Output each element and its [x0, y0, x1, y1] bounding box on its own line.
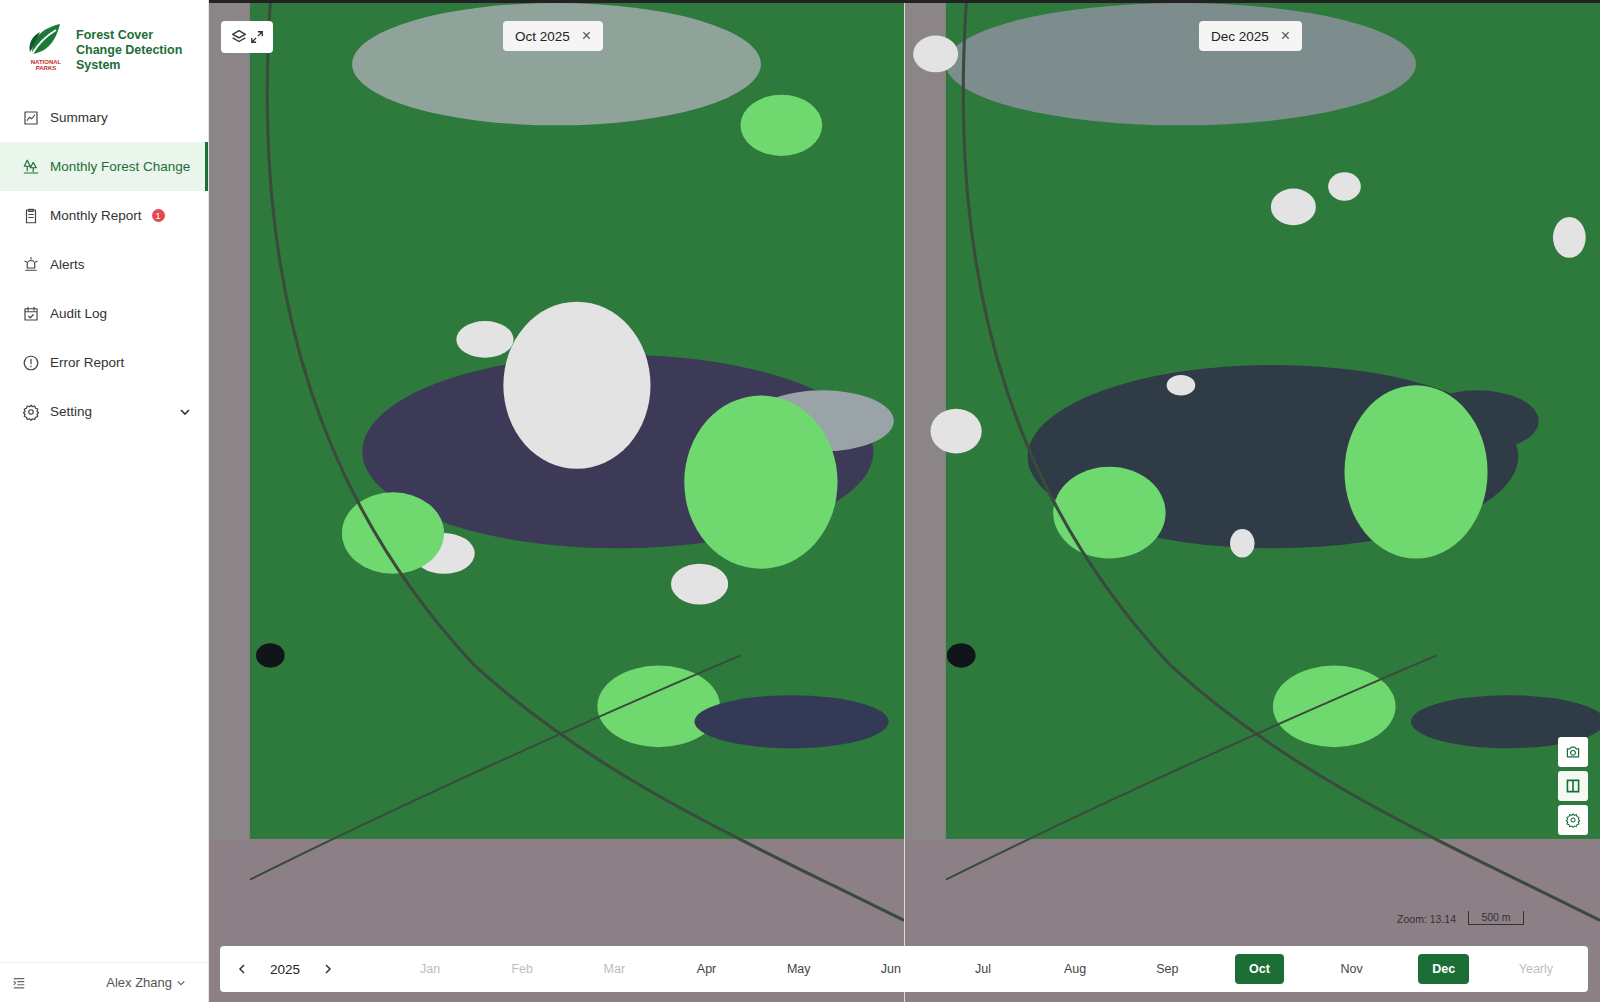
map-compare: Oct 2025 × Dec 2025 × Zoom: 13.14 500 m …: [209, 0, 1600, 1002]
user-menu[interactable]: Alex Zhang: [106, 975, 186, 990]
app: NATIONAL PARKS Forest Cover Change Detec…: [0, 0, 1600, 1002]
map-image: [209, 3, 904, 1002]
nav-menu: Summary Monthly Forest Change Monthly Re…: [0, 93, 208, 436]
scale-label: 500 m: [1481, 911, 1510, 923]
nav-label: Audit Log: [50, 306, 107, 321]
map-control-button[interactable]: [1558, 737, 1588, 767]
month-button: Jan: [410, 954, 450, 984]
user-name: Alex Zhang: [106, 975, 172, 990]
map-pane[interactable]: Oct 2025 ×: [209, 3, 904, 1002]
nav-label: Error Report: [50, 355, 124, 370]
nav-item[interactable]: Audit Log: [0, 289, 208, 338]
brand[interactable]: NATIONAL PARKS Forest Cover Change Detec…: [0, 0, 208, 93]
year-picker: 2025: [234, 961, 384, 977]
nav-item[interactable]: Alerts: [0, 240, 208, 289]
nav-icon: [22, 109, 40, 127]
layer-toggle-button[interactable]: [221, 21, 273, 53]
collapse-menu-icon[interactable]: [12, 976, 26, 990]
nav-icon: [22, 256, 40, 274]
month-button[interactable]: Oct: [1235, 954, 1284, 984]
month-button: Feb: [501, 954, 543, 984]
month-button[interactable]: May: [777, 954, 821, 984]
month-button[interactable]: Jun: [871, 954, 911, 984]
nav-item[interactable]: Monthly Report 1: [0, 191, 208, 240]
month-button[interactable]: Sep: [1146, 954, 1188, 984]
leaf-icon: [26, 22, 66, 58]
nav-icon: [22, 207, 40, 225]
logo-caption: NATIONAL PARKS: [24, 59, 68, 71]
nav-label: Monthly Forest Change: [50, 159, 190, 174]
chip-label: Oct 2025: [515, 29, 570, 44]
app-title: Forest Cover Change Detection System: [76, 28, 194, 73]
chip-label: Dec 2025: [1211, 29, 1269, 44]
nav-label: Summary: [50, 110, 108, 125]
prev-year-button[interactable]: [234, 961, 250, 977]
screenshot-icon: [1565, 744, 1581, 760]
nav-label: Monthly Report: [50, 208, 142, 223]
month-button[interactable]: Apr: [687, 954, 726, 984]
chevron-left-icon: [236, 963, 248, 975]
month-button: Yearly: [1509, 954, 1563, 984]
map-pane[interactable]: Dec 2025 × Zoom: 13.14 500 m: [905, 3, 1600, 1002]
month-button[interactable]: Jul: [965, 954, 1001, 984]
nav-icon: [22, 403, 40, 421]
chip-close-button[interactable]: ×: [1281, 28, 1290, 44]
scale-bar: 500 m: [1468, 911, 1524, 925]
nav-item[interactable]: Setting: [0, 387, 208, 436]
nav-label: Alerts: [50, 257, 85, 272]
year-label: 2025: [270, 962, 300, 977]
nav-label: Setting: [50, 404, 92, 419]
chip-close-button[interactable]: ×: [582, 28, 591, 44]
logo: NATIONAL PARKS: [24, 22, 68, 71]
expand-icon: [250, 30, 264, 44]
chevron-down-icon: [176, 978, 186, 988]
layers-icon: [230, 28, 248, 46]
month-button[interactable]: Nov: [1330, 954, 1372, 984]
timeline-bar: 2025 Jan Feb Mar Apr May Jun Jul Aug Sep Oct Nov De…: [220, 946, 1588, 992]
month-button[interactable]: Dec: [1418, 954, 1469, 984]
nav-item[interactable]: Monthly Forest Change: [0, 142, 208, 191]
next-year-button[interactable]: [320, 961, 336, 977]
month-button: Mar: [594, 954, 636, 984]
map-controls: [1558, 737, 1588, 835]
month-list: Jan Feb Mar Apr May Jun Jul Aug Sep Oct Nov Dec Year…: [384, 954, 1582, 984]
date-chip: Oct 2025 ×: [503, 21, 603, 51]
month-button[interactable]: Aug: [1054, 954, 1096, 984]
split-view-icon: [1565, 778, 1581, 794]
map-control-button[interactable]: [1558, 805, 1588, 835]
chevron-right-icon: [322, 963, 334, 975]
sidebar: NATIONAL PARKS Forest Cover Change Detec…: [0, 0, 209, 1002]
chevron-down-icon: [179, 406, 191, 418]
nav-icon: [22, 305, 40, 323]
badge: 1: [152, 209, 165, 222]
date-chip: Dec 2025 ×: [1199, 21, 1302, 51]
map-image: [905, 3, 1600, 1002]
user-row: Alex Zhang: [0, 962, 208, 1002]
map-control-button[interactable]: [1558, 771, 1588, 801]
nav-icon: [22, 354, 40, 372]
nav-item[interactable]: Summary: [0, 93, 208, 142]
nav-icon: [22, 158, 40, 176]
settings-icon: [1565, 812, 1581, 828]
scale-info: Zoom: 13.14 500 m: [1397, 911, 1524, 925]
nav-item[interactable]: Error Report: [0, 338, 208, 387]
zoom-level: Zoom: 13.14: [1397, 913, 1456, 925]
